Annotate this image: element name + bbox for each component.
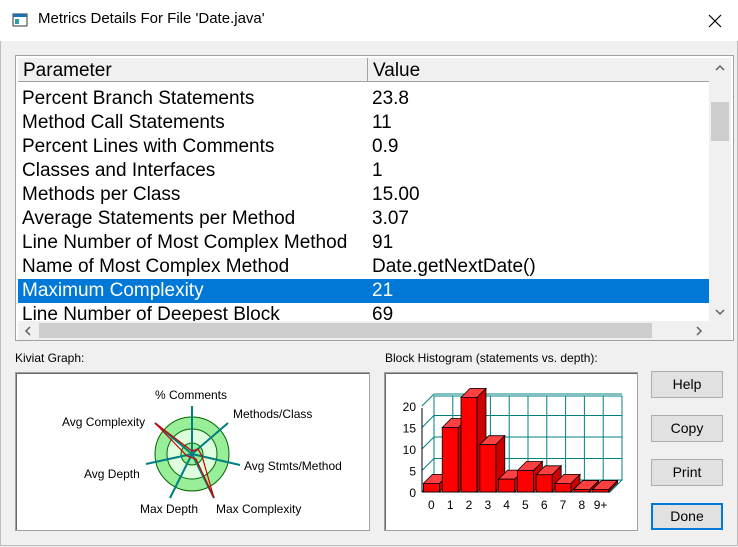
- title-bar: Metrics Details For File 'Date.java': [0, 0, 738, 41]
- value-cell: 21: [372, 280, 394, 301]
- histogram-bar: [498, 478, 515, 493]
- x-tick-label: 4: [503, 498, 510, 512]
- histogram-bar: [573, 489, 591, 493]
- kiviat-graph: % Comments Methods/Class Avg Stmts/Metho…: [62, 388, 342, 516]
- value-cell: 69: [372, 304, 394, 321]
- parameter-cell: Method Call Statements: [22, 112, 225, 133]
- parameter-cell: Percent Lines with Comments: [22, 136, 275, 157]
- chevron-left-icon: [24, 325, 31, 336]
- histogram-bar: [479, 444, 497, 493]
- close-icon: [708, 14, 722, 27]
- copy-button[interactable]: Copy: [651, 415, 723, 442]
- kiviat-axis-label: % Comments: [155, 388, 227, 402]
- x-tick-label: 0: [428, 498, 435, 512]
- table-row[interactable]: Percent Lines with Comments 0.9: [18, 135, 709, 159]
- close-button[interactable]: [692, 0, 738, 41]
- parameter-cell: Line Number of Deepest Block: [22, 304, 280, 321]
- kiviat-label: Kiviat Graph:: [15, 351, 85, 365]
- metrics-list-content: Parameter Value Percent Branch Statement…: [18, 58, 709, 321]
- histogram-label: Block Histogram (statements vs. depth):: [385, 351, 598, 365]
- histogram-bar: [592, 489, 609, 493]
- column-header-parameter[interactable]: Parameter: [18, 58, 368, 81]
- x-tick-label: 3: [484, 498, 491, 512]
- y-tick-label: 10: [403, 443, 417, 457]
- y-tick-label: 15: [403, 422, 417, 436]
- parameter-cell: Maximum Complexity: [22, 280, 204, 301]
- x-tick-label: 1: [447, 498, 454, 512]
- kiviat-axis-label: Avg Complexity: [62, 415, 145, 429]
- x-tick-label: 8: [578, 498, 585, 512]
- value-cell: 23.8: [372, 88, 409, 109]
- histogram-bar: [535, 474, 553, 493]
- value-cell: 11: [372, 112, 392, 133]
- value-cell: 1: [372, 160, 383, 181]
- x-tick-label: 7: [560, 498, 567, 512]
- x-tick-label: 6: [541, 498, 548, 512]
- chevron-down-icon: [715, 308, 725, 315]
- parameter-cell: Classes and Interfaces: [22, 160, 216, 181]
- table-row[interactable]: Name of Most Complex Method Date.getNextD…: [18, 255, 709, 279]
- table-row[interactable]: Line Number of Most Complex Method 91: [18, 231, 709, 255]
- window-title: Metrics Details For File 'Date.java': [38, 10, 265, 27]
- y-tick-label: 20: [403, 400, 417, 414]
- value-cell: 0.9: [372, 136, 399, 157]
- histogram-gridline: [421, 415, 435, 428]
- scroll-down-button[interactable]: [709, 303, 731, 321]
- table-row[interactable]: Classes and Interfaces 1: [18, 159, 709, 183]
- histogram-panel: 0 5 10 15 20 0 1 2 3 4 5 6 7 8 9+: [384, 372, 638, 531]
- vertical-scroll-thumb[interactable]: [711, 102, 729, 141]
- scrollbar-corner: [709, 321, 731, 340]
- table-row[interactable]: Method Call Statements 11: [18, 111, 709, 135]
- kiviat-panel: % Comments Methods/Class Avg Stmts/Metho…: [15, 372, 370, 531]
- table-row[interactable]: Line Number of Deepest Block 69: [18, 303, 709, 321]
- value-cell: Date.getNextDate(): [372, 256, 536, 277]
- table-row[interactable]: Average Statements per Method 3.07: [18, 207, 709, 231]
- histogram-gridline: [421, 393, 435, 407]
- app-icon: [12, 13, 28, 27]
- table-row[interactable]: Maximum Complexity 21: [18, 279, 709, 303]
- x-tick-label: 9+: [594, 498, 608, 512]
- x-tick-label: 5: [522, 498, 529, 512]
- parameter-cell: Average Statements per Method: [22, 208, 296, 229]
- list-header: Parameter Value: [18, 58, 709, 82]
- kiviat-axis-label: Avg Stmts/Method: [244, 459, 342, 473]
- table-row[interactable]: Percent Branch Statements 23.8: [18, 87, 709, 111]
- scroll-left-button[interactable]: [18, 321, 37, 340]
- value-cell: 91: [372, 232, 394, 253]
- histogram-bar: [517, 470, 534, 493]
- chevron-up-icon: [715, 64, 725, 71]
- chevron-right-icon: [696, 325, 703, 336]
- horizontal-scroll-thumb[interactable]: [39, 323, 652, 338]
- print-button[interactable]: Print: [651, 459, 723, 486]
- x-tick-label: 2: [466, 498, 473, 512]
- kiviat-axis-label: Max Complexity: [216, 502, 301, 516]
- vertical-scrollbar[interactable]: [709, 58, 731, 321]
- column-header-value[interactable]: Value: [368, 58, 709, 81]
- histogram-bar: [554, 483, 572, 493]
- parameter-cell: Name of Most Complex Method: [22, 256, 290, 277]
- y-tick-label: 5: [409, 465, 416, 479]
- horizontal-scrollbar[interactable]: [18, 321, 709, 340]
- parameter-cell: Line Number of Most Complex Method: [22, 232, 348, 253]
- scroll-right-button[interactable]: [690, 321, 709, 340]
- done-button[interactable]: Done: [651, 503, 723, 530]
- block-histogram: 051015200 1 2 3 4 5 6 7 8 9+: [403, 387, 623, 512]
- histogram-bar: [460, 396, 478, 493]
- parameter-cell: Methods per Class: [22, 184, 181, 205]
- y-tick-label: 0: [409, 486, 416, 500]
- scroll-up-button[interactable]: [709, 58, 731, 76]
- histogram-bar: [423, 483, 440, 493]
- kiviat-axis-label: Max Depth: [140, 502, 198, 516]
- value-cell: 15.00: [372, 184, 420, 205]
- help-button[interactable]: Help: [651, 371, 723, 398]
- value-cell: 3.07: [372, 208, 409, 229]
- metrics-list[interactable]: Parameter Value Percent Branch Statement…: [15, 55, 734, 341]
- kiviat-axis-label: Avg Depth: [84, 467, 140, 481]
- histogram-bar: [441, 427, 459, 493]
- histogram-gridline: [421, 436, 435, 450]
- table-row[interactable]: Methods per Class 15.00: [18, 183, 709, 207]
- kiviat-axis-label: Methods/Class: [233, 407, 312, 421]
- histogram-gridline: [421, 458, 435, 471]
- parameter-cell: Percent Branch Statements: [22, 88, 255, 109]
